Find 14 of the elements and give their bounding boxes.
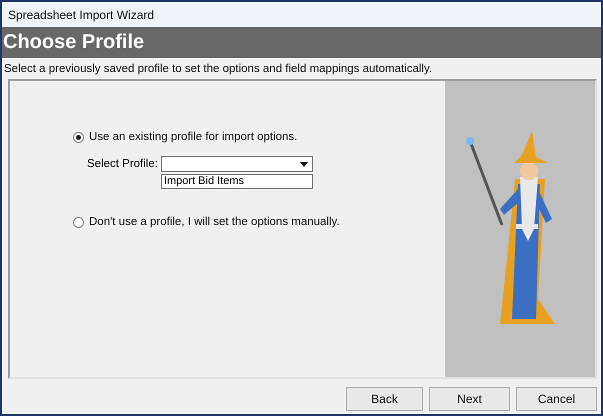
wizard-button[interactable]: Next — [429, 387, 510, 411]
dropdown-arrow-icon[interactable] — [300, 162, 308, 166]
page-heading: Choose Profile — [2, 31, 144, 54]
profile-dropdown[interactable] — [160, 156, 313, 172]
radio-button[interactable] — [73, 132, 84, 142]
wizard-button[interactable]: Cancel — [516, 387, 597, 411]
radio-label[interactable]: Don't use a profile, I will set the options manually. — [89, 216, 340, 228]
wizard-button[interactable]: Back — [346, 387, 423, 411]
field-label: Select Profile: — [87, 158, 158, 170]
radio-label[interactable]: Use an existing profile for import options. — [89, 131, 298, 143]
window-title: Spreadsheet Import Wizard — [8, 8, 154, 22]
dropdown-option[interactable]: Import Bid Items — [162, 175, 312, 188]
page-description: Select a previously saved profile to set the options and field mappings automatically. — [3, 62, 432, 77]
radio-button[interactable] — [73, 216, 84, 228]
